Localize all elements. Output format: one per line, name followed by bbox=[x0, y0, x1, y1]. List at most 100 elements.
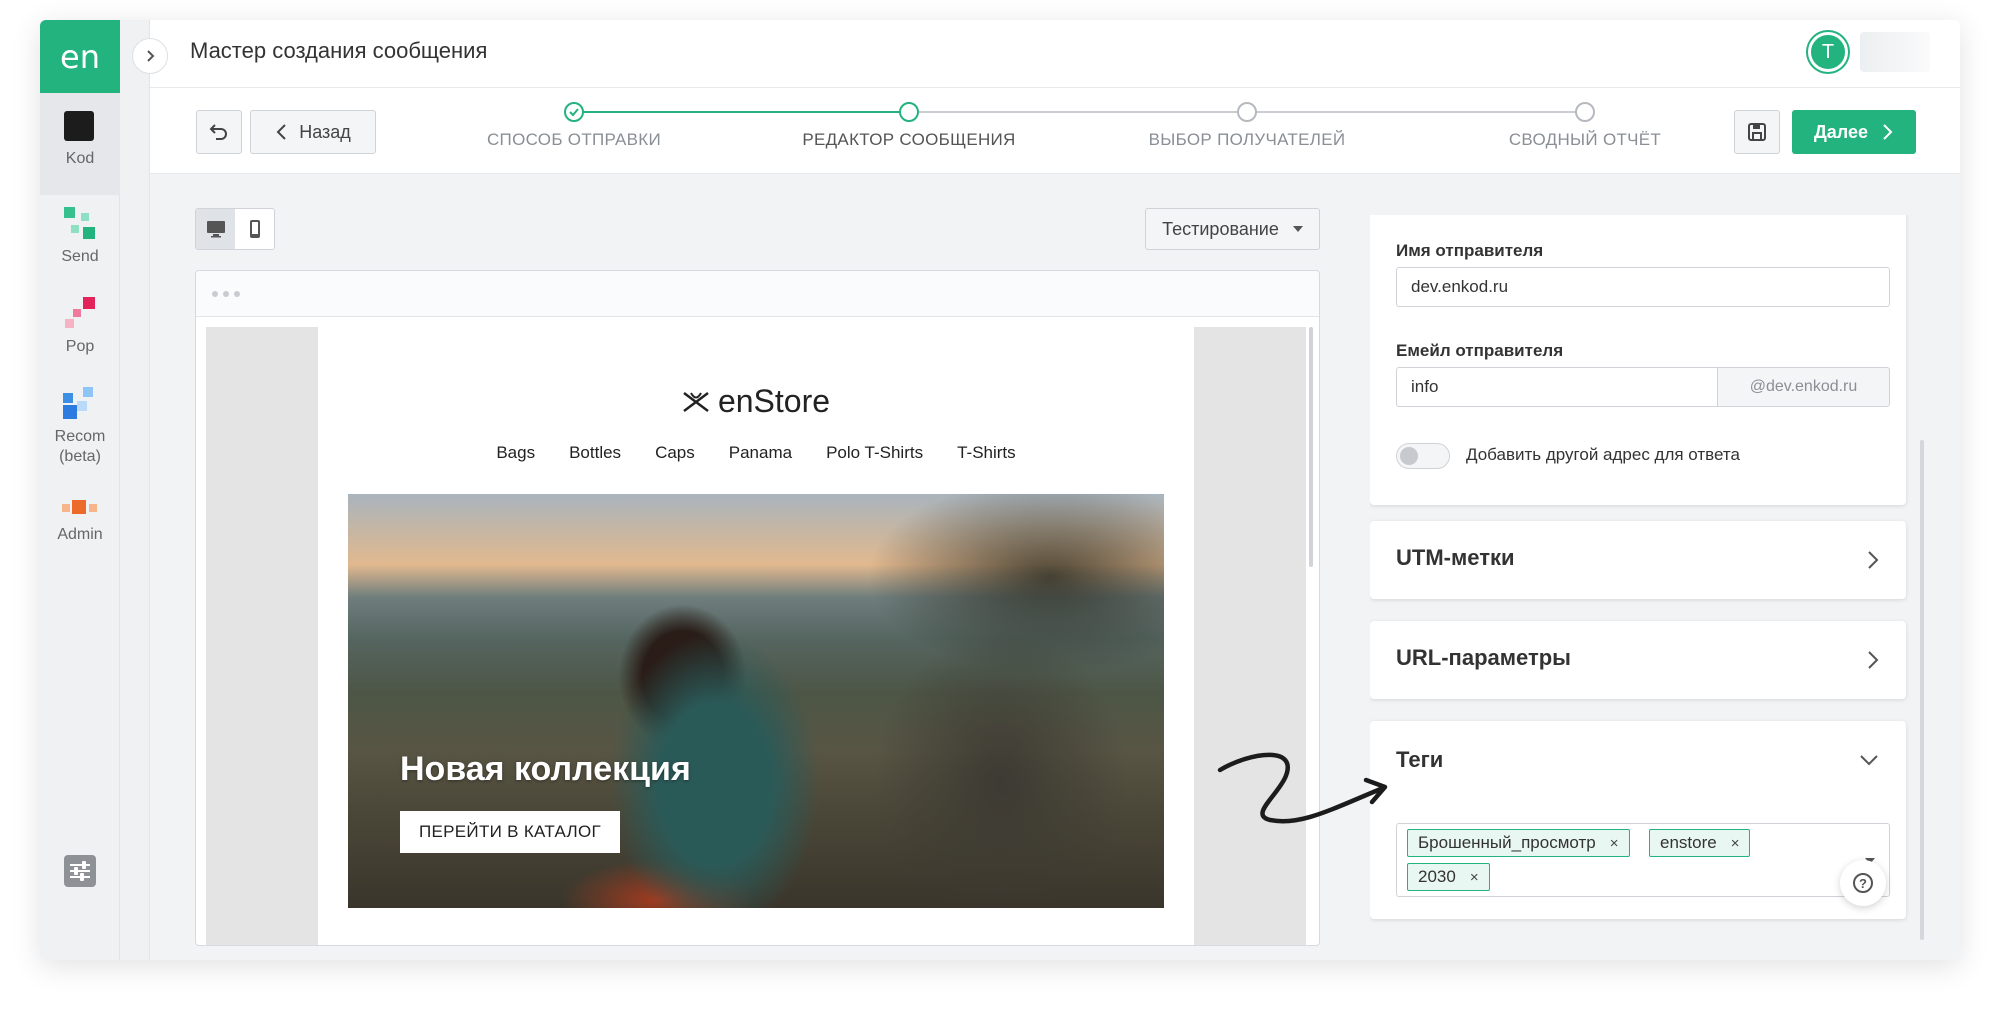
email-menu-item[interactable]: Polo T-Shirts bbox=[826, 443, 923, 463]
step-label: РЕДАКТОР СООБЩЕНИЯ bbox=[802, 130, 1016, 149]
email-preview: enStore Bags Bottles Caps Panama Polo T-… bbox=[195, 270, 1320, 946]
step-send-method[interactable]: СПОСОБ ОТПРАВКИ bbox=[424, 102, 724, 150]
annotation-arrow-icon bbox=[1217, 752, 1388, 824]
enstore-logo-icon bbox=[683, 391, 709, 412]
brand-name: enStore bbox=[717, 383, 831, 419]
sender-email-input[interactable]: info bbox=[1396, 367, 1718, 407]
step-label: ВЫБОР ПОЛУЧАТЕЛЕЙ bbox=[1148, 130, 1346, 149]
utm-section[interactable]: UTM-метки bbox=[1370, 521, 1906, 599]
next-button[interactable]: Далее bbox=[1792, 110, 1916, 154]
view-mode-toggle bbox=[195, 208, 275, 250]
mobile-phone-icon bbox=[249, 220, 260, 238]
page-title: Мастер создания сообщения bbox=[190, 38, 488, 63]
kod-square-icon bbox=[64, 111, 94, 141]
app-logo[interactable]: en bbox=[40, 20, 120, 93]
expand-sidebar-button[interactable] bbox=[132, 38, 168, 74]
help-button[interactable]: ? bbox=[1840, 860, 1886, 906]
tags-input[interactable]: Брошенный_просмотр × enstore × 2030 × bbox=[1396, 823, 1890, 897]
url-params-section[interactable]: URL-параметры bbox=[1370, 621, 1906, 699]
step-label: СВОДНЫЙ ОТЧЁТ bbox=[1508, 130, 1662, 149]
chevron-right-icon bbox=[147, 50, 155, 62]
chevron-left-icon bbox=[276, 124, 286, 140]
preview-window-bar bbox=[196, 271, 1319, 317]
send-squares-icon bbox=[64, 207, 95, 239]
tag-chip: 2030 × bbox=[1407, 863, 1490, 891]
email-menu-item[interactable]: T-Shirts bbox=[957, 443, 1016, 463]
sidebar-item-pop[interactable]: Pop bbox=[40, 285, 120, 375]
email-menu-item[interactable]: Panama bbox=[729, 443, 792, 463]
sidebar: en Kod Send Pop Recom (beta) Admin bbox=[40, 20, 120, 960]
sidebar-gutter bbox=[120, 20, 150, 960]
wizard-bar: Назад СПОСОБ ОТПРАВКИ РЕДАКТОР СООБЩЕНИЯ… bbox=[150, 88, 1960, 174]
testing-dropdown[interactable]: Тестирование bbox=[1145, 208, 1320, 250]
sidebar-item-label: Pop bbox=[65, 338, 95, 355]
sidebar-item-label: Send bbox=[61, 248, 99, 265]
preview-scrollbar[interactable] bbox=[1309, 327, 1313, 567]
sidebar-item-recom[interactable]: Recom (beta) bbox=[40, 375, 120, 485]
tag-remove-icon[interactable]: × bbox=[1610, 835, 1619, 852]
email-menu-item[interactable]: Bottles bbox=[569, 443, 621, 463]
sender-name-input[interactable]: dev.enkod.ru bbox=[1396, 267, 1890, 307]
tag-text: 2030 bbox=[1418, 867, 1456, 886]
recom-squares-icon bbox=[63, 387, 93, 419]
check-icon bbox=[564, 102, 584, 122]
testing-label: Тестирование bbox=[1162, 218, 1279, 239]
reply-address-label: Добавить другой адрес для ответа bbox=[1466, 445, 1740, 464]
step-dot bbox=[899, 102, 919, 122]
desktop-view-button[interactable] bbox=[196, 209, 235, 249]
chevron-right-icon bbox=[1868, 551, 1879, 569]
sidebar-item-send[interactable]: Send bbox=[40, 195, 120, 285]
tag-text: enstore bbox=[1660, 833, 1717, 852]
reply-address-toggle[interactable] bbox=[1396, 443, 1450, 469]
settings-scrollbar[interactable] bbox=[1920, 440, 1924, 940]
email-menu-item[interactable]: Bags bbox=[496, 443, 535, 463]
step-label: СПОСОБ ОТПРАВКИ bbox=[486, 130, 662, 149]
catalog-button[interactable]: ПЕРЕЙТИ В КАТАЛОГ bbox=[400, 811, 620, 853]
user-avatar[interactable]: T bbox=[1808, 32, 1848, 72]
step-message-editor[interactable]: РЕДАКТОР СООБЩЕНИЯ bbox=[759, 102, 1059, 150]
tag-remove-icon[interactable]: × bbox=[1731, 835, 1740, 852]
app-window: en Kod Send Pop Recom (beta) Admin Масте… bbox=[40, 20, 1960, 960]
sidebar-item-kod[interactable]: Kod bbox=[40, 93, 120, 195]
floppy-disk-icon bbox=[1748, 123, 1766, 141]
undo-icon bbox=[209, 124, 227, 140]
tag-remove-icon[interactable]: × bbox=[1470, 869, 1479, 886]
step-dot bbox=[1575, 102, 1595, 122]
wizard-steps: СПОСОБ ОТПРАВКИ РЕДАКТОР СООБЩЕНИЯ ВЫБОР… bbox=[400, 88, 1661, 174]
settings-sliders-icon[interactable] bbox=[64, 855, 96, 887]
preview-canvas: enStore Bags Bottles Caps Panama Polo T-… bbox=[206, 327, 1306, 945]
undo-button[interactable] bbox=[196, 110, 242, 154]
pop-squares-icon bbox=[65, 297, 95, 328]
url-params-title: URL-параметры bbox=[1396, 645, 1571, 670]
desktop-monitor-icon bbox=[206, 221, 225, 238]
email-menu: Bags Bottles Caps Panama Polo T-Shirts T… bbox=[318, 443, 1194, 463]
chevron-right-icon bbox=[1883, 124, 1893, 140]
email-content: enStore Bags Bottles Caps Panama Polo T-… bbox=[318, 327, 1194, 945]
hero-image[interactable]: Новая коллекция ПЕРЕЙТИ В КАТАЛОГ bbox=[348, 494, 1164, 908]
admin-squares-icon bbox=[62, 500, 97, 514]
back-button-label: Назад bbox=[299, 121, 351, 142]
sidebar-item-admin[interactable]: Admin bbox=[40, 485, 120, 575]
tag-chip: Брошенный_просмотр × bbox=[1407, 829, 1630, 857]
message-settings-panel: Имя отправителя dev.enkod.ru Емейл отпра… bbox=[1370, 215, 1916, 930]
back-button[interactable]: Назад bbox=[250, 110, 376, 154]
caret-down-icon bbox=[1292, 226, 1303, 232]
tag-text: Брошенный_просмотр bbox=[1418, 833, 1596, 852]
step-dot bbox=[1237, 102, 1257, 122]
mobile-view-button[interactable] bbox=[235, 209, 274, 249]
next-button-label: Далее bbox=[1813, 121, 1869, 142]
help-question-icon: ? bbox=[1853, 873, 1873, 893]
email-menu-item[interactable]: Caps bbox=[655, 443, 695, 463]
save-button[interactable] bbox=[1734, 110, 1780, 154]
step-summary[interactable]: СВОДНЫЙ ОТЧЁТ bbox=[1435, 102, 1735, 150]
step-recipients[interactable]: ВЫБОР ПОЛУЧАТЕЛЕЙ bbox=[1097, 102, 1397, 150]
utm-title: UTM-метки bbox=[1396, 545, 1515, 570]
email-brand[interactable]: enStore bbox=[318, 383, 1194, 420]
sidebar-item-label: Admin bbox=[57, 526, 103, 543]
sender-card: Имя отправителя dev.enkod.ru Емейл отпра… bbox=[1370, 215, 1906, 505]
sender-email-domain: @dev.enkod.ru bbox=[1717, 367, 1890, 407]
chevron-down-icon[interactable] bbox=[1858, 753, 1880, 767]
chevron-right-icon bbox=[1868, 651, 1879, 669]
user-name-blurred[interactable] bbox=[1860, 32, 1930, 72]
tags-section: Теги Брошенный_просмотр × enstore × 2030… bbox=[1370, 721, 1906, 919]
